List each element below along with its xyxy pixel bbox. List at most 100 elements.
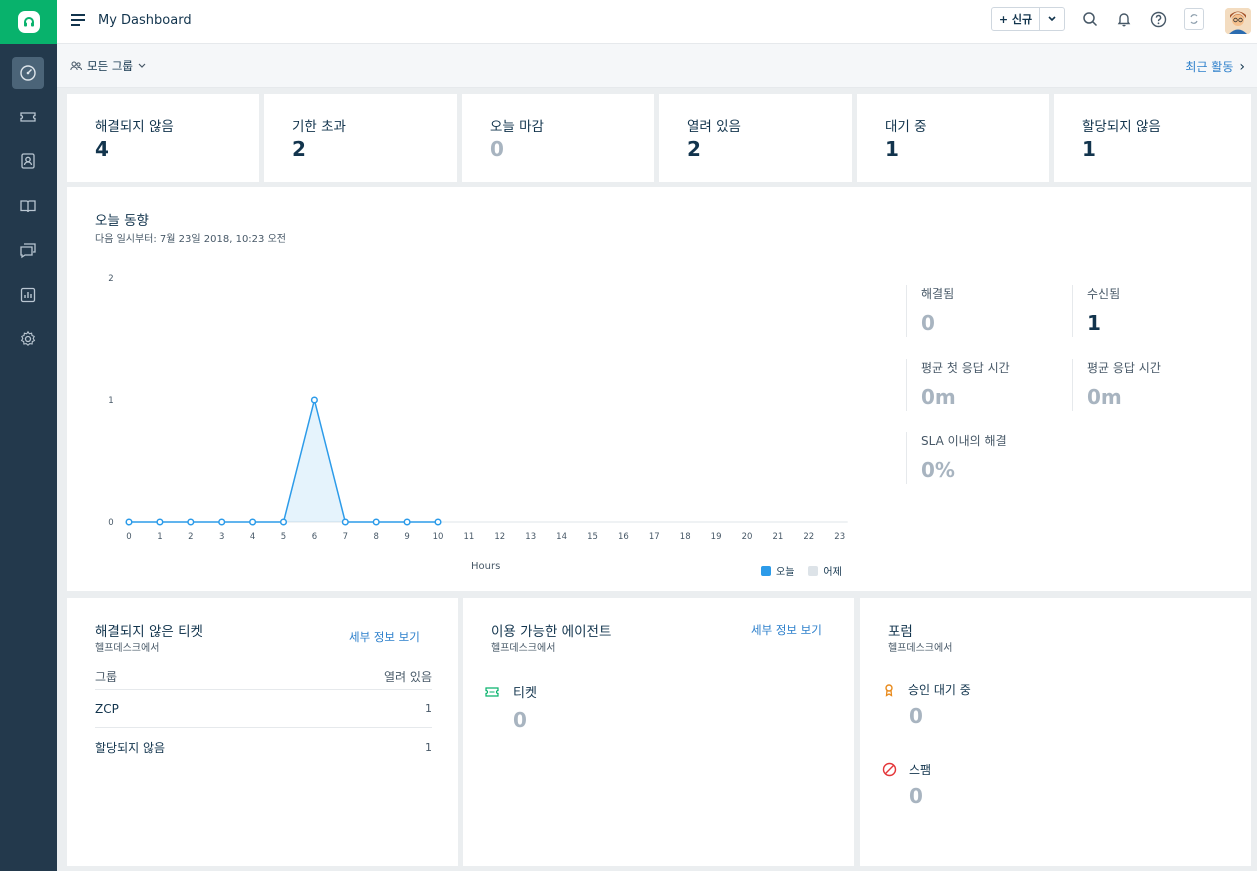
y-tick-label: 0 bbox=[108, 518, 113, 528]
column-header-open: 열려 있음 bbox=[384, 670, 432, 684]
data-point bbox=[372, 518, 380, 526]
metric-first-response-time: 평균 첫 응답 시간 0m bbox=[906, 359, 1010, 411]
trend-chart: 0120 1 2 3 4 5 6 7 8 9 10 11 12 13 14 15 16 17 18 19 20 21 22 2… bbox=[108, 274, 848, 542]
chevron-down-icon[interactable] bbox=[1040, 8, 1064, 30]
table-row[interactable]: ZCP 1 bbox=[95, 690, 432, 728]
panel-subtitle: 헬프데스크에서 bbox=[95, 643, 160, 654]
panel-title: 포럼 bbox=[888, 624, 913, 640]
stat-card-open[interactable]: 열려 있음 2 bbox=[659, 94, 852, 182]
stat-label: 오늘 마감 bbox=[490, 119, 544, 135]
view-details-link[interactable]: 세부 정보 보기 bbox=[349, 629, 420, 645]
data-point bbox=[341, 518, 349, 526]
avatar[interactable] bbox=[1225, 8, 1251, 34]
panel-subtitle: 헬프데스크에서 bbox=[491, 643, 556, 654]
metric-value: 0 bbox=[921, 311, 935, 335]
agent-ticket-stat: 티켓 bbox=[485, 682, 537, 701]
page-title: My Dashboard bbox=[98, 13, 192, 28]
panel-title: 해결되지 않은 티켓 bbox=[95, 624, 203, 640]
y-tick-label: 1 bbox=[108, 396, 113, 406]
nav-tickets[interactable] bbox=[12, 101, 44, 133]
x-tick-label: 19 bbox=[711, 532, 722, 542]
stat-label: 열려 있음 bbox=[687, 119, 741, 135]
series-line-today bbox=[129, 399, 438, 523]
data-point bbox=[125, 518, 133, 526]
app-logo[interactable] bbox=[0, 0, 57, 44]
x-tick-label: 14 bbox=[556, 532, 567, 542]
table-row[interactable]: 할당되지 않음 1 bbox=[95, 728, 432, 766]
forum-spam: 스팸 bbox=[882, 761, 931, 778]
legend-today[interactable]: 오늘 bbox=[761, 563, 794, 578]
forum-panel: 포럼 헬프데스크에서 승인 대기 중 0 스팸 0 bbox=[860, 598, 1251, 866]
new-button-label[interactable]: + 신규 bbox=[992, 8, 1040, 30]
ticket-icon bbox=[20, 112, 36, 122]
stat-value: 0 bbox=[490, 137, 504, 161]
legend-label: 어제 bbox=[823, 567, 842, 578]
stat-card-due-today[interactable]: 오늘 마감 0 bbox=[462, 94, 654, 182]
stat-label: 해결되지 않음 bbox=[95, 119, 174, 135]
x-tick-label: 17 bbox=[649, 532, 660, 542]
y-tick-label: 2 bbox=[108, 274, 113, 284]
search-icon[interactable] bbox=[1081, 10, 1099, 28]
new-button[interactable]: + 신규 bbox=[991, 7, 1065, 31]
sub-header: 모든 그룹 최근 활동 › bbox=[57, 44, 1257, 88]
metric-value: 1 bbox=[1087, 311, 1101, 335]
sidebar bbox=[0, 0, 57, 871]
x-tick-label: 0 bbox=[126, 532, 131, 542]
view-details-link[interactable]: 세부 정보 보기 bbox=[751, 622, 822, 638]
row-group: 할당되지 않음 bbox=[95, 740, 166, 755]
legend-label: 오늘 bbox=[776, 567, 795, 578]
unresolved-table: 그룹 열려 있음 ZCP 1 할당되지 않음 1 bbox=[95, 664, 432, 766]
metric-value: 0% bbox=[921, 458, 955, 482]
metric-label: 수신됨 bbox=[1087, 287, 1121, 301]
metric-label: SLA 이내의 해결 bbox=[921, 434, 1007, 448]
contact-icon bbox=[21, 153, 35, 169]
stat-label: 할당되지 않음 bbox=[1082, 119, 1161, 135]
metric-value: 0m bbox=[921, 385, 956, 409]
nav-reports[interactable] bbox=[12, 279, 44, 311]
metric-received: 수신됨 1 bbox=[1072, 285, 1120, 337]
data-point bbox=[434, 518, 442, 526]
x-tick-label: 5 bbox=[281, 532, 286, 542]
unresolved-tickets-panel: 해결되지 않은 티켓 헬프데스크에서 세부 정보 보기 그룹 열려 있음 ZCP… bbox=[67, 598, 458, 866]
nav-contacts[interactable] bbox=[12, 145, 44, 177]
dashboard-icon bbox=[20, 65, 36, 81]
row-count: 1 bbox=[425, 740, 432, 754]
forum-spam-value: 0 bbox=[909, 784, 923, 808]
apps-icon[interactable] bbox=[1184, 8, 1204, 30]
metric-avg-response-time: 평균 응답 시간 0m bbox=[1072, 359, 1161, 411]
group-icon bbox=[70, 61, 82, 71]
metric-label: 평균 응답 시간 bbox=[1087, 361, 1161, 375]
x-tick-label: 2 bbox=[188, 532, 193, 542]
metric-label: 평균 첫 응답 시간 bbox=[921, 361, 1010, 375]
x-tick-label: 22 bbox=[803, 532, 814, 542]
stat-card-on-hold[interactable]: 대기 중 1 bbox=[857, 94, 1049, 182]
forum-pending-label: 승인 대기 중 bbox=[908, 683, 971, 697]
group-selector[interactable]: 모든 그룹 bbox=[70, 58, 146, 74]
forum-pending-approval: 승인 대기 중 bbox=[882, 681, 971, 698]
top-bar: My Dashboard + 신규 bbox=[57, 0, 1257, 44]
data-point bbox=[187, 518, 195, 526]
nav-settings[interactable] bbox=[12, 323, 44, 355]
data-point bbox=[249, 518, 257, 526]
stat-card-unresolved[interactable]: 해결되지 않음 4 bbox=[67, 94, 259, 182]
nav-forums[interactable] bbox=[12, 234, 44, 266]
today-trend-card: 오늘 동향 다음 일시부터: 7월 23일 2018, 10:23 오전 012… bbox=[67, 187, 1251, 591]
x-tick-label: 8 bbox=[373, 532, 378, 542]
forum-pending-value: 0 bbox=[909, 704, 923, 728]
x-tick-label: 4 bbox=[250, 532, 255, 542]
stat-card-unassigned[interactable]: 할당되지 않음 1 bbox=[1054, 94, 1251, 182]
bell-icon[interactable] bbox=[1115, 10, 1133, 28]
legend-swatch bbox=[808, 565, 819, 576]
x-tick-label: 15 bbox=[587, 532, 598, 542]
nav-dashboard[interactable] bbox=[12, 57, 44, 89]
nav-knowledge-base[interactable] bbox=[12, 190, 44, 222]
help-icon[interactable] bbox=[1149, 10, 1167, 28]
recent-activity-link[interactable]: 최근 활동 › bbox=[1185, 58, 1245, 75]
stat-card-overdue[interactable]: 기한 초과 2 bbox=[264, 94, 457, 182]
metric-value: 0m bbox=[1087, 385, 1122, 409]
x-axis-label: Hours bbox=[471, 561, 501, 572]
report-icon bbox=[20, 287, 36, 303]
menu-icon[interactable] bbox=[71, 14, 85, 28]
legend-yesterday[interactable]: 어제 bbox=[808, 563, 842, 578]
panel-subtitle: 헬프데스크에서 bbox=[888, 643, 953, 654]
